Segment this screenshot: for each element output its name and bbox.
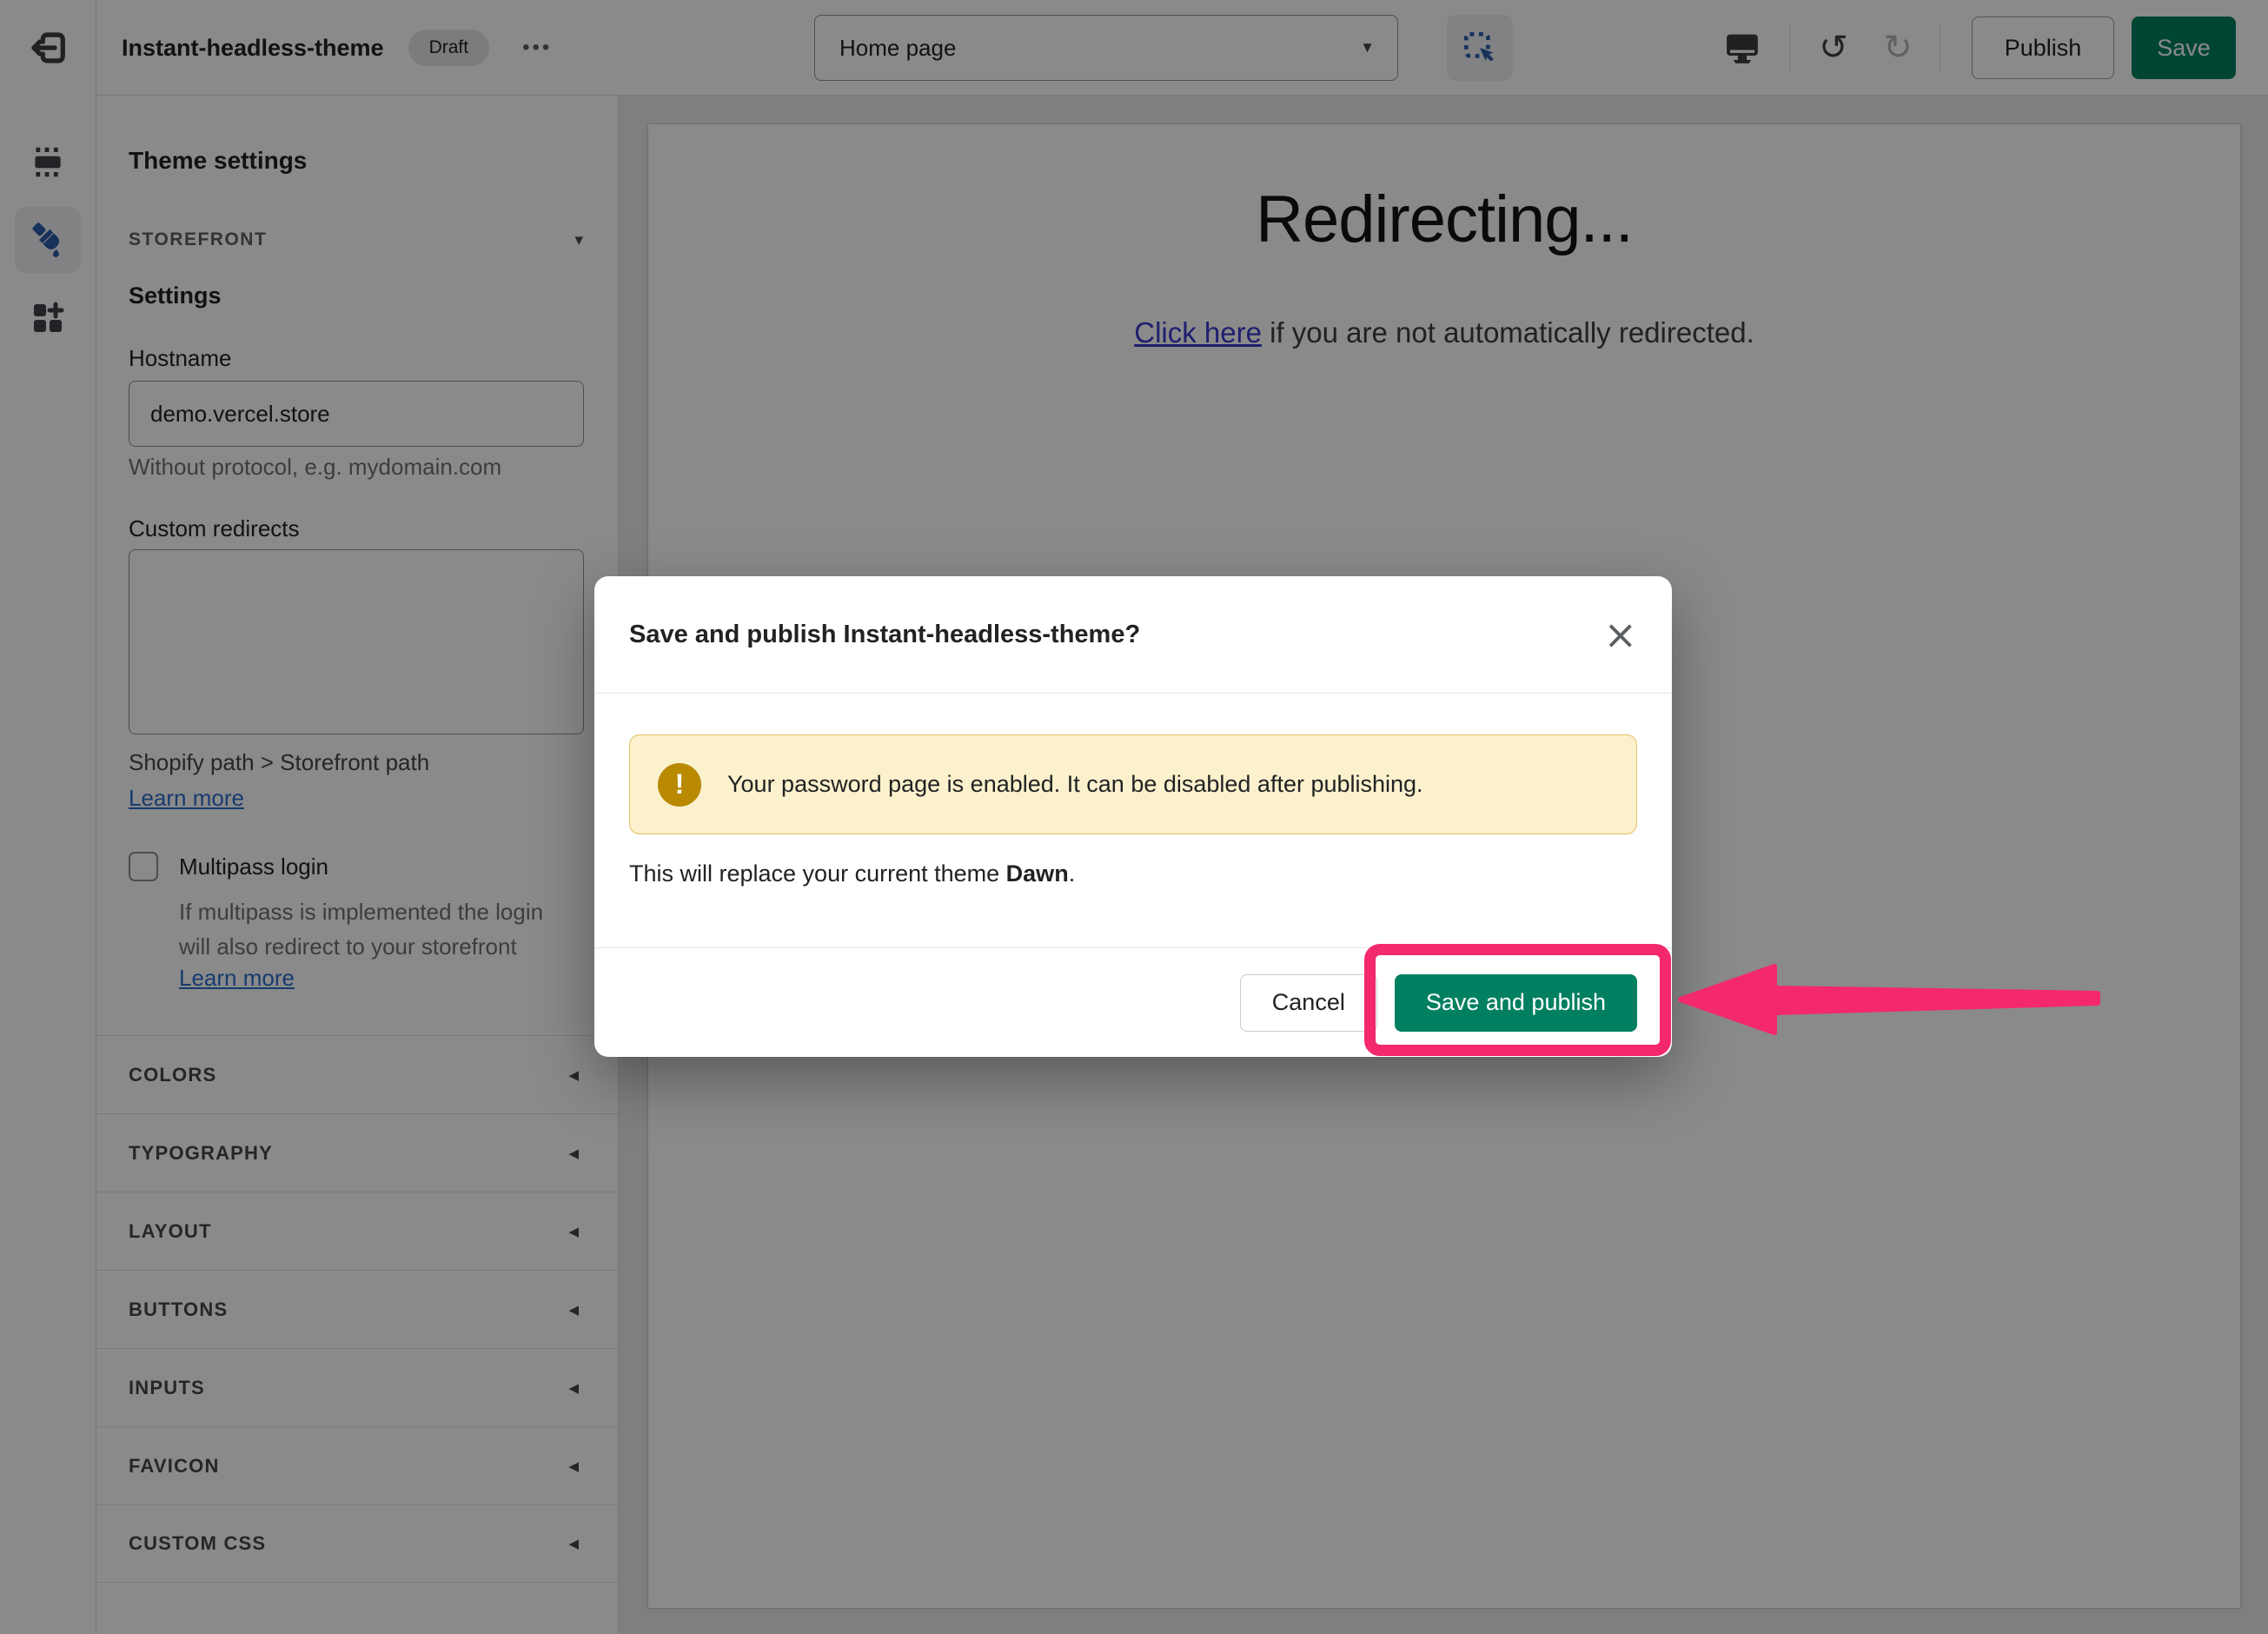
save-publish-modal: Save and publish Instant-headless-theme?… — [594, 576, 1672, 1057]
modal-footer: Cancel Save and publish — [594, 947, 1672, 1057]
warning-icon: ! — [658, 763, 701, 807]
current-theme-name: Dawn — [1006, 860, 1069, 887]
cancel-button[interactable]: Cancel — [1240, 974, 1377, 1032]
warning-banner: ! Your password page is enabled. It can … — [629, 734, 1637, 834]
save-and-publish-button[interactable]: Save and publish — [1395, 974, 1637, 1032]
close-icon: × — [1603, 611, 1637, 658]
close-button[interactable]: × — [1603, 614, 1637, 654]
modal-body: ! Your password page is enabled. It can … — [594, 694, 1672, 888]
theme-editor: Instant-headless-theme Draft ••• Home pa… — [0, 0, 2268, 1634]
modal-message: This will replace your current theme Daw… — [629, 859, 1637, 888]
modal-header: Save and publish Instant-headless-theme?… — [594, 576, 1672, 694]
warning-text: Your password page is enabled. It can be… — [727, 771, 1423, 798]
modal-title: Save and publish Instant-headless-theme? — [629, 621, 1140, 649]
